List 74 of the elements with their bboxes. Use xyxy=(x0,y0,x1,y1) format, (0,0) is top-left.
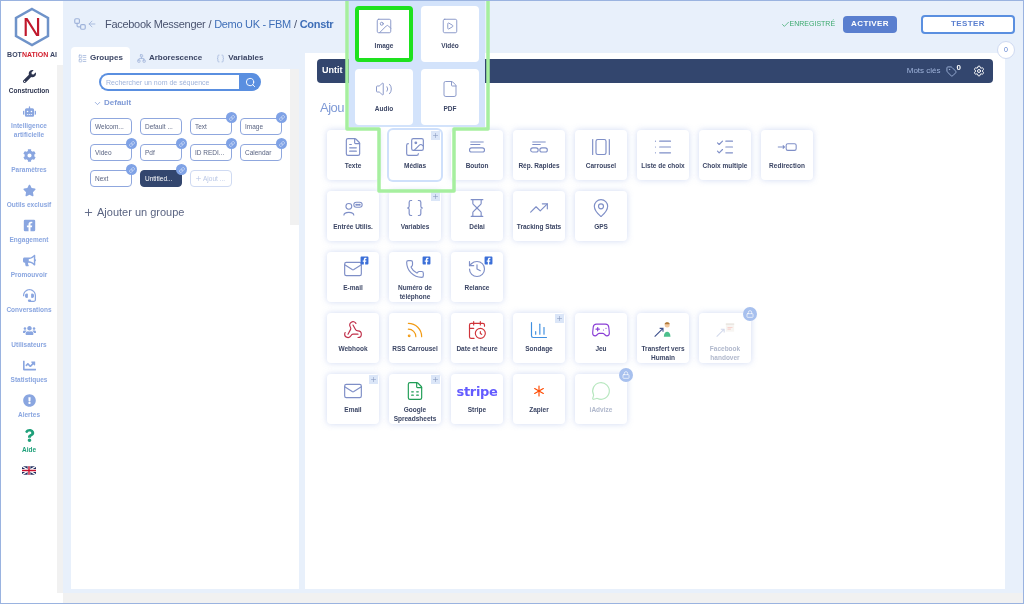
back-arrow-icon[interactable] xyxy=(87,19,97,29)
horizontal-scrollbar[interactable] xyxy=(63,593,1023,603)
add-icon[interactable] xyxy=(369,375,378,384)
plus-icon xyxy=(195,175,202,182)
add-group-button[interactable]: Ajouter un groupe xyxy=(83,204,185,221)
speaker-icon xyxy=(375,80,393,99)
search-icon xyxy=(244,76,256,88)
braces-icon xyxy=(405,198,425,218)
chat-bubble-icon xyxy=(591,381,611,401)
flag-icon xyxy=(22,465,36,475)
envelope-icon xyxy=(343,259,363,279)
headset-icon xyxy=(22,288,36,302)
robot-icon xyxy=(22,104,36,118)
sequence-title: Untit xyxy=(322,64,343,78)
keywords-count: 0 xyxy=(956,61,961,74)
add-icon[interactable] xyxy=(431,375,440,384)
activate-button[interactable]: ACTIVER xyxy=(843,15,897,33)
facebook-icon xyxy=(360,256,369,265)
arrow-window-icon xyxy=(715,320,735,340)
alert-icon xyxy=(22,393,36,407)
check-icon xyxy=(780,19,790,29)
breadcrumb-separator: / xyxy=(208,16,212,32)
spreadsheet-icon xyxy=(405,381,425,401)
image-icon xyxy=(375,17,393,36)
search-button[interactable] xyxy=(239,73,261,91)
play-icon xyxy=(441,17,459,36)
star-icon xyxy=(22,183,36,197)
breadcrumb-item: Constr xyxy=(299,16,334,32)
add-icon[interactable] xyxy=(431,192,440,201)
panel-tab[interactable]: Variables xyxy=(209,47,271,69)
flow-icon xyxy=(73,17,87,31)
wrench-icon xyxy=(22,69,36,83)
facebook-icon xyxy=(22,218,36,232)
megaphone-icon xyxy=(22,253,36,267)
braces-icon xyxy=(216,53,226,63)
settings-icon[interactable] xyxy=(973,65,985,77)
users-icon xyxy=(22,323,36,337)
logo-wordmark: stripe xyxy=(456,384,498,398)
facebook-icon xyxy=(422,256,431,265)
section-heading: Ajou xyxy=(320,101,345,114)
facebook-icon xyxy=(484,256,493,265)
breadcrumb-item[interactable]: Demo UK - FBM xyxy=(214,15,291,33)
map-pin-icon xyxy=(591,198,611,218)
calendar-clock-icon xyxy=(467,320,487,340)
chart-icon xyxy=(22,358,36,372)
document-icon xyxy=(343,137,363,157)
file-icon xyxy=(441,80,459,99)
list-icon xyxy=(78,53,87,63)
lock-icon xyxy=(743,307,757,321)
add-icon[interactable] xyxy=(555,314,564,323)
rss-icon xyxy=(405,320,425,340)
tree-icon xyxy=(136,53,146,63)
add-icon[interactable] xyxy=(431,131,440,140)
breadcrumb-item[interactable]: Facebook Messenger xyxy=(105,15,206,33)
panel-tab[interactable]: Groupes xyxy=(71,47,130,69)
breadcrumb-separator: / xyxy=(293,16,297,32)
logo-icon: N xyxy=(13,7,51,47)
question-icon xyxy=(22,428,36,442)
carousel-icon xyxy=(591,137,611,157)
keywords-label[interactable]: Mots clés xyxy=(906,65,941,77)
tag-icon[interactable] xyxy=(945,65,957,77)
phone-icon xyxy=(405,259,425,279)
test-button[interactable]: TESTER xyxy=(921,14,1015,34)
bar-chart-icon xyxy=(529,320,549,340)
plus-icon xyxy=(83,206,94,218)
person-arrow-icon xyxy=(653,320,673,340)
gear-icon xyxy=(22,148,36,162)
envelope-icon xyxy=(343,381,363,401)
webhook-icon xyxy=(343,320,363,340)
lock-icon xyxy=(619,368,633,382)
media-icon xyxy=(405,137,425,157)
clock-arrow-icon xyxy=(467,259,487,279)
panel-tab[interactable]: Arborescence xyxy=(129,47,210,69)
language-button[interactable] xyxy=(21,464,37,476)
